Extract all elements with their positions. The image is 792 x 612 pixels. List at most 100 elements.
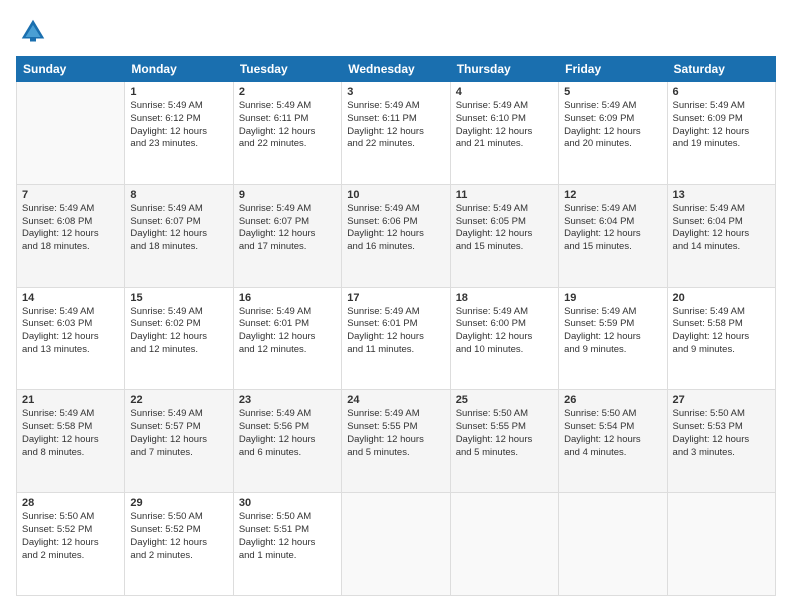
day-number: 5 xyxy=(564,86,661,98)
col-header-wednesday: Wednesday xyxy=(342,57,450,82)
calendar-cell: 16Sunrise: 5:49 AM Sunset: 6:01 PM Dayli… xyxy=(233,287,341,390)
calendar-cell: 18 Sunrise: 5:49 AM Sunset: 6:00 PM Dayli… xyxy=(450,287,558,390)
day-number: 14 xyxy=(22,292,119,304)
cell-text: Sunrise: 5:49 AM Sunset: 6:04 PM Dayligh… xyxy=(564,203,661,254)
calendar-cell: 23Sunrise: 5:49 AM Sunset: 5:56 PM Dayli… xyxy=(233,390,341,493)
day-number: 1 xyxy=(130,86,227,98)
day-number: 25 xyxy=(456,394,553,406)
day-number: 6 xyxy=(673,86,770,98)
cell-text: Sunrise: 5:49 AM Sunset: 6:10 PM Dayligh… xyxy=(456,100,553,151)
cell-text: Sunrise: 5:50 AM Sunset: 5:52 PM Dayligh… xyxy=(22,511,119,562)
calendar-cell: 28Sunrise: 5:50 AM Sunset: 5:52 PM Dayli… xyxy=(17,493,125,596)
day-number: 30 xyxy=(239,497,336,509)
calendar-cell: 10 Sunrise: 5:49 AM Sunset: 6:06 PM Dayli… xyxy=(342,184,450,287)
calendar-cell: 30 Sunrise: 5:50 AM Sunset: 5:51 PM Dayli… xyxy=(233,493,341,596)
cell-text: Sunrise: 5:49 AM Sunset: 6:03 PM Dayligh… xyxy=(22,306,119,357)
cell-text: Sunrise: 5:49 AM Sunset: 6:07 PM Dayligh… xyxy=(239,203,336,254)
cell-text: Sunrise: 5:49 AM Sunset: 6:12 PM Dayligh… xyxy=(130,100,227,151)
col-header-saturday: Saturday xyxy=(667,57,775,82)
cell-text: Sunrise: 5:49 AM Sunset: 6:08 PM Dayligh… xyxy=(22,203,119,254)
cell-text: Sunrise: 5:49 AM Sunset: 6:11 PM Dayligh… xyxy=(347,100,444,151)
day-number: 13 xyxy=(673,189,770,201)
header xyxy=(16,16,776,46)
calendar-cell xyxy=(559,493,667,596)
calendar-table: SundayMondayTuesdayWednesdayThursdayFrid… xyxy=(16,56,776,596)
cell-text: Sunrise: 5:49 AM Sunset: 6:00 PM Dayligh… xyxy=(456,306,553,357)
page: SundayMondayTuesdayWednesdayThursdayFrid… xyxy=(0,0,792,612)
week-row-2: 14 Sunrise: 5:49 AM Sunset: 6:03 PM Dayli… xyxy=(17,287,776,390)
calendar-cell xyxy=(450,493,558,596)
cell-text: Sunrise: 5:49 AM Sunset: 6:01 PM Dayligh… xyxy=(347,306,444,357)
day-number: 24 xyxy=(347,394,444,406)
calendar-cell: 27 Sunrise: 5:50 AM Sunset: 5:53 PM Dayli… xyxy=(667,390,775,493)
calendar-cell: 14 Sunrise: 5:49 AM Sunset: 6:03 PM Dayli… xyxy=(17,287,125,390)
col-header-tuesday: Tuesday xyxy=(233,57,341,82)
calendar-cell: 22 Sunrise: 5:49 AM Sunset: 5:57 PM Dayli… xyxy=(125,390,233,493)
col-header-friday: Friday xyxy=(559,57,667,82)
calendar-cell: 26 Sunrise: 5:50 AM Sunset: 5:54 PM Dayli… xyxy=(559,390,667,493)
calendar-cell: 29 Sunrise: 5:50 AM Sunset: 5:52 PM Dayli… xyxy=(125,493,233,596)
day-number: 2 xyxy=(239,86,336,98)
calendar-cell: 13 Sunrise: 5:49 AM Sunset: 6:04 PM Dayli… xyxy=(667,184,775,287)
calendar-cell: 20 Sunrise: 5:49 AM Sunset: 5:58 PM Dayli… xyxy=(667,287,775,390)
logo xyxy=(16,16,48,46)
calendar-cell xyxy=(342,493,450,596)
week-row-4: 28Sunrise: 5:50 AM Sunset: 5:52 PM Dayli… xyxy=(17,493,776,596)
day-number: 20 xyxy=(673,292,770,304)
cell-text: Sunrise: 5:49 AM Sunset: 6:04 PM Dayligh… xyxy=(673,203,770,254)
cell-text: Sunrise: 5:50 AM Sunset: 5:53 PM Dayligh… xyxy=(673,408,770,459)
day-number: 27 xyxy=(673,394,770,406)
cell-text: Sunrise: 5:49 AM Sunset: 5:57 PM Dayligh… xyxy=(130,408,227,459)
cell-text: Sunrise: 5:49 AM Sunset: 5:56 PM Dayligh… xyxy=(239,408,336,459)
cell-text: Sunrise: 5:49 AM Sunset: 5:58 PM Dayligh… xyxy=(22,408,119,459)
day-number: 26 xyxy=(564,394,661,406)
day-number: 22 xyxy=(130,394,227,406)
day-number: 10 xyxy=(347,189,444,201)
day-number: 12 xyxy=(564,189,661,201)
cell-text: Sunrise: 5:49 AM Sunset: 6:09 PM Dayligh… xyxy=(564,100,661,151)
calendar-cell: 3 Sunrise: 5:49 AM Sunset: 6:11 PM Daylig… xyxy=(342,82,450,185)
calendar-cell: 2Sunrise: 5:49 AM Sunset: 6:11 PM Daylig… xyxy=(233,82,341,185)
calendar-header-row: SundayMondayTuesdayWednesdayThursdayFrid… xyxy=(17,57,776,82)
col-header-sunday: Sunday xyxy=(17,57,125,82)
col-header-thursday: Thursday xyxy=(450,57,558,82)
day-number: 8 xyxy=(130,189,227,201)
cell-text: Sunrise: 5:49 AM Sunset: 5:58 PM Dayligh… xyxy=(673,306,770,357)
day-number: 19 xyxy=(564,292,661,304)
cell-text: Sunrise: 5:50 AM Sunset: 5:51 PM Dayligh… xyxy=(239,511,336,562)
day-number: 17 xyxy=(347,292,444,304)
calendar-cell xyxy=(667,493,775,596)
calendar-cell: 21 Sunrise: 5:49 AM Sunset: 5:58 PM Dayli… xyxy=(17,390,125,493)
day-number: 18 xyxy=(456,292,553,304)
week-row-1: 7Sunrise: 5:49 AM Sunset: 6:08 PM Daylig… xyxy=(17,184,776,287)
day-number: 21 xyxy=(22,394,119,406)
cell-text: Sunrise: 5:49 AM Sunset: 5:55 PM Dayligh… xyxy=(347,408,444,459)
day-number: 29 xyxy=(130,497,227,509)
col-header-monday: Monday xyxy=(125,57,233,82)
calendar-cell: 12 Sunrise: 5:49 AM Sunset: 6:04 PM Dayli… xyxy=(559,184,667,287)
day-number: 15 xyxy=(130,292,227,304)
day-number: 9 xyxy=(239,189,336,201)
cell-text: Sunrise: 5:49 AM Sunset: 6:07 PM Dayligh… xyxy=(130,203,227,254)
day-number: 16 xyxy=(239,292,336,304)
day-number: 3 xyxy=(347,86,444,98)
day-number: 4 xyxy=(456,86,553,98)
calendar-cell: 8 Sunrise: 5:49 AM Sunset: 6:07 PM Daylig… xyxy=(125,184,233,287)
calendar-cell: 6 Sunrise: 5:49 AM Sunset: 6:09 PM Daylig… xyxy=(667,82,775,185)
calendar-cell: 4 Sunrise: 5:49 AM Sunset: 6:10 PM Daylig… xyxy=(450,82,558,185)
cell-text: Sunrise: 5:50 AM Sunset: 5:52 PM Dayligh… xyxy=(130,511,227,562)
calendar-cell: 11Sunrise: 5:49 AM Sunset: 6:05 PM Dayli… xyxy=(450,184,558,287)
week-row-0: 1 Sunrise: 5:49 AM Sunset: 6:12 PM Daylig… xyxy=(17,82,776,185)
cell-text: Sunrise: 5:50 AM Sunset: 5:55 PM Dayligh… xyxy=(456,408,553,459)
logo-icon xyxy=(18,16,48,46)
calendar-cell: 25 Sunrise: 5:50 AM Sunset: 5:55 PM Dayli… xyxy=(450,390,558,493)
calendar-cell xyxy=(17,82,125,185)
cell-text: Sunrise: 5:49 AM Sunset: 6:09 PM Dayligh… xyxy=(673,100,770,151)
calendar-cell: 9 Sunrise: 5:49 AM Sunset: 6:07 PM Daylig… xyxy=(233,184,341,287)
cell-text: Sunrise: 5:49 AM Sunset: 6:02 PM Dayligh… xyxy=(130,306,227,357)
cell-text: Sunrise: 5:50 AM Sunset: 5:54 PM Dayligh… xyxy=(564,408,661,459)
calendar-cell: 7Sunrise: 5:49 AM Sunset: 6:08 PM Daylig… xyxy=(17,184,125,287)
calendar-cell: 15 Sunrise: 5:49 AM Sunset: 6:02 PM Dayli… xyxy=(125,287,233,390)
cell-text: Sunrise: 5:49 AM Sunset: 6:06 PM Dayligh… xyxy=(347,203,444,254)
cell-text: Sunrise: 5:49 AM Sunset: 6:05 PM Dayligh… xyxy=(456,203,553,254)
